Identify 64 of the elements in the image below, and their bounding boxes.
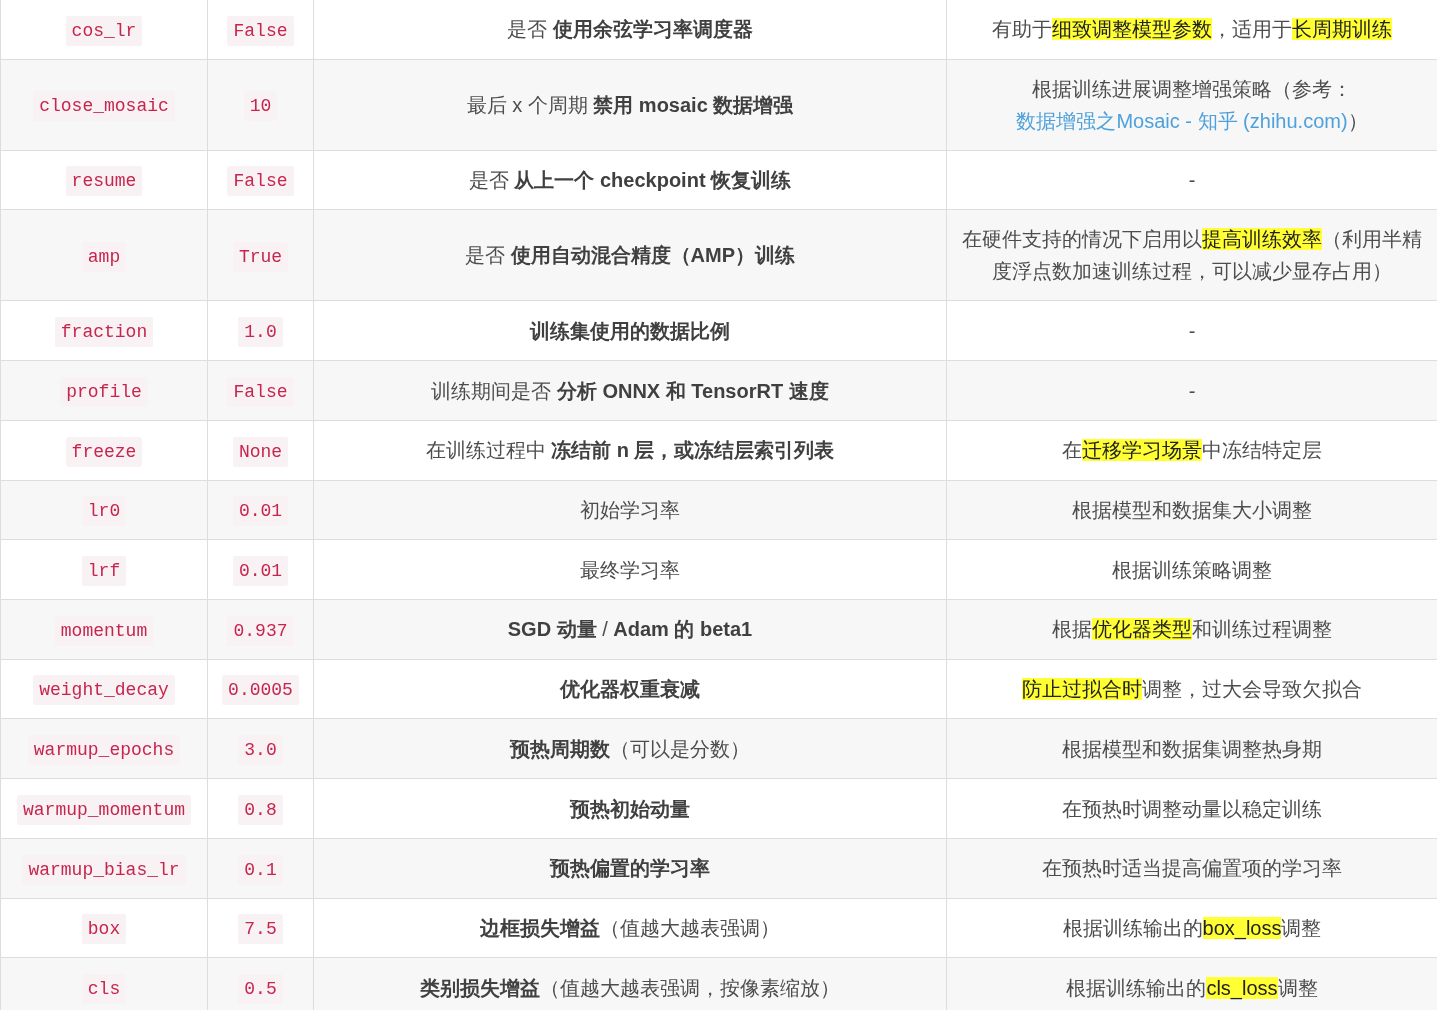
note-text: - — [1187, 318, 1197, 344]
parameter-name: fraction — [54, 317, 154, 348]
default-value: False — [227, 15, 294, 46]
parameter-name: cls — [81, 974, 127, 1005]
default-value: 0.1 — [238, 854, 283, 885]
description-text: 是否 从上一个 checkpoint 恢复训练 — [467, 168, 793, 194]
note-text: 在硬件支持的情况下启用以提高训练效率（利用半精度浮点数加速训练过程，可以减少显存占用） — [961, 227, 1423, 285]
default-value: 0.937 — [227, 615, 294, 646]
default-value: 0.8 — [238, 794, 283, 825]
parameter-name: lrf — [81, 556, 127, 587]
description-text: 边框损失增益（值越大越表强调） — [479, 916, 781, 941]
description-text: 类别损失增益（值越大越表强调，按像素缩放） — [419, 975, 841, 1001]
description-text: 最终学习率 — [579, 557, 681, 583]
default-value: 0.01 — [232, 496, 289, 527]
note-text: - — [1187, 378, 1197, 404]
parameter-name: warmup_bias_lr — [22, 854, 186, 885]
parameter-name: warmup_epochs — [27, 735, 181, 766]
parameter-name: momentum — [54, 615, 154, 646]
description-text: 训练集使用的数据比例 — [528, 318, 731, 344]
parameter-name: resume — [65, 166, 143, 197]
note-text: 有助于细致调整模型参数，适用于长周期训练 — [991, 17, 1393, 43]
default-value: 10 — [243, 91, 278, 122]
note-text: - — [1187, 168, 1197, 194]
default-value: True — [232, 241, 289, 272]
parameter-name: close_mosaic — [33, 91, 175, 122]
parameter-name: profile — [60, 376, 148, 407]
description-text: 预热偏置的学习率 — [548, 856, 711, 882]
parameter-name: amp — [81, 241, 127, 272]
description-text: 在训练过程中 冻结前 n 层，或冻结层索引列表 — [424, 438, 836, 464]
note-text: 根据训练进展调整增强策略（参考： 数据增强之Mosaic - 知乎 (zhihu.com)） — [1015, 76, 1369, 134]
description-text: SGD 动量 / Adam 的 beta1 — [506, 617, 754, 643]
description-text: 最后 x 个周期 禁用 mosaic 数据增强 — [465, 92, 795, 118]
reference-link[interactable]: 数据增强之Mosaic - 知乎 (zhihu.com) — [1016, 109, 1348, 132]
note-text: 根据模型和数据集大小调整 — [1071, 497, 1313, 523]
parameter-name: weight_decay — [33, 675, 175, 706]
note-text: 根据训练输出的cls_loss调整 — [1065, 975, 1319, 1002]
parameter-name: cos_lr — [65, 15, 143, 46]
description-text: 优化器权重衰减 — [559, 677, 701, 703]
note-text: 根据优化器类型和训练过程调整 — [1051, 617, 1333, 643]
parameter-name: box — [81, 914, 127, 945]
description-text: 是否 使用余弦学习率调度器 — [506, 17, 754, 43]
default-value: 1.0 — [238, 317, 283, 348]
default-value: 0.5 — [238, 974, 283, 1005]
note-text: 根据训练策略调整 — [1111, 557, 1273, 583]
parameter-name: freeze — [65, 436, 143, 467]
default-value: False — [227, 376, 294, 407]
description-text: 预热初始动量 — [568, 796, 691, 822]
description-text: 预热周期数（可以是分数） — [508, 736, 751, 762]
default-value: 0.01 — [232, 556, 289, 587]
default-value: 3.0 — [238, 735, 283, 766]
note-text: 根据模型和数据集调整热身期 — [1061, 736, 1323, 762]
parameter-name: warmup_momentum — [17, 794, 191, 825]
note-text: 在预热时适当提高偏置项的学习率 — [1041, 856, 1343, 882]
description-text: 是否 使用自动混合精度（AMP）训练 — [464, 243, 796, 269]
note-text: 在迁移学习场景中冻结特定层 — [1061, 438, 1323, 464]
note-text: 防止过拟合时调整，过大会导致欠拟合 — [1021, 677, 1363, 703]
default-value: None — [232, 436, 289, 467]
description-text: 初始学习率 — [579, 497, 681, 523]
default-value: 0.0005 — [222, 675, 299, 706]
default-value: 7.5 — [238, 914, 283, 945]
note-text: 在预热时调整动量以稳定训练 — [1061, 796, 1323, 822]
description-text: 训练期间是否 分析 ONNX 和 TensorRT 速度 — [430, 378, 830, 404]
default-value: False — [227, 166, 294, 197]
parameter-name: lr0 — [81, 496, 127, 527]
